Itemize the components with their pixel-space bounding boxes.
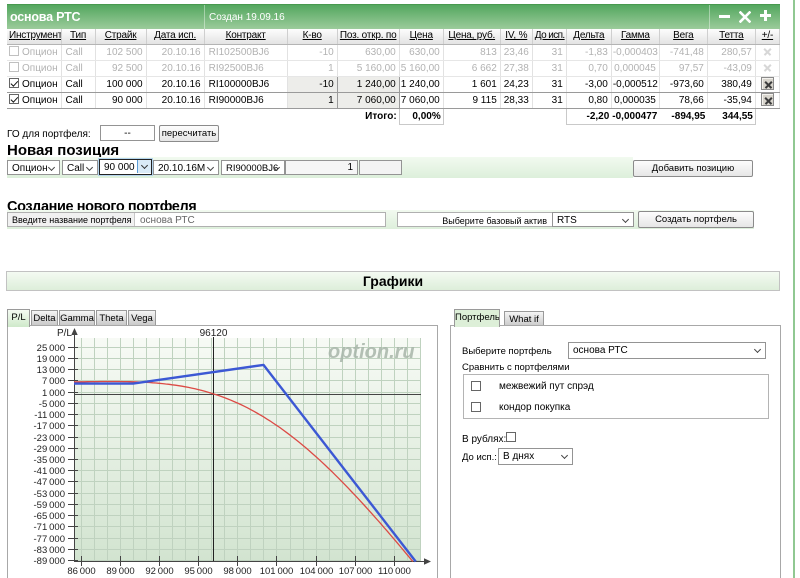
svg-text:-17 000: -17 000 <box>34 421 65 432</box>
svg-text:19 000: 19 000 <box>37 354 65 365</box>
svg-text:-83 000: -83 000 <box>34 545 65 556</box>
svg-text:86 000: 86 000 <box>67 566 95 577</box>
svg-text:option.ru: option.ru <box>328 341 415 363</box>
svg-text:98 000: 98 000 <box>223 566 251 577</box>
svg-text:-47 000: -47 000 <box>34 477 65 488</box>
svg-text:25 000: 25 000 <box>37 343 65 354</box>
svg-text:-29 000: -29 000 <box>34 444 65 455</box>
svg-text:-11 000: -11 000 <box>34 410 65 421</box>
svg-text:96120: 96120 <box>200 328 228 339</box>
svg-text:107 000: 107 000 <box>339 566 373 577</box>
svg-text:-59 000: -59 000 <box>34 500 65 511</box>
svg-text:-41 000: -41 000 <box>34 466 65 477</box>
svg-text:7 000: 7 000 <box>42 376 65 387</box>
svg-text:13 000: 13 000 <box>37 365 65 376</box>
svg-text:95 000: 95 000 <box>184 566 212 577</box>
svg-text:-23 000: -23 000 <box>34 433 65 444</box>
svg-text:104 000: 104 000 <box>300 566 334 577</box>
svg-text:110 000: 110 000 <box>378 566 411 577</box>
svg-text:-65 000: -65 000 <box>34 511 65 522</box>
svg-text:1 000: 1 000 <box>42 388 65 399</box>
svg-text:-5 000: -5 000 <box>39 399 65 410</box>
svg-text:89 000: 89 000 <box>106 566 134 577</box>
svg-text:-89 000: -89 000 <box>34 556 65 567</box>
svg-text:-53 000: -53 000 <box>34 489 65 500</box>
svg-text:P/L: P/L <box>57 328 72 339</box>
svg-text:-77 000: -77 000 <box>34 534 65 545</box>
svg-text:-35 000: -35 000 <box>34 455 65 466</box>
svg-text:-71 000: -71 000 <box>34 522 65 533</box>
svg-text:92 000: 92 000 <box>145 566 173 577</box>
svg-text:101 000: 101 000 <box>260 566 294 577</box>
